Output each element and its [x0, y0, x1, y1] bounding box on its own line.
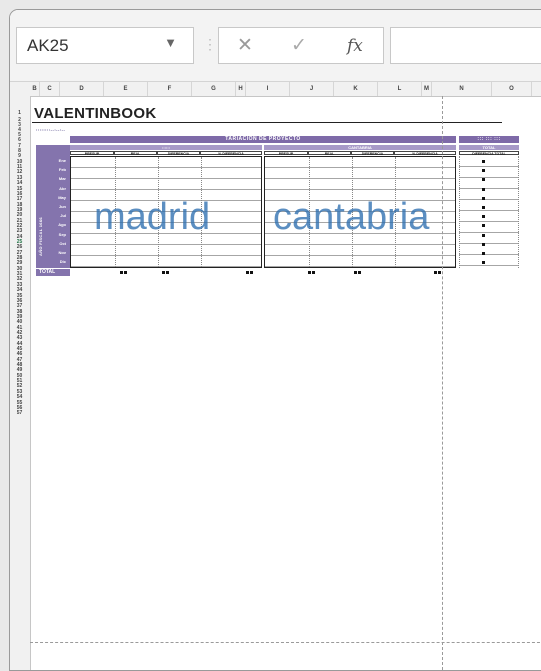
column-label: % DIFERENCIA: [394, 151, 456, 156]
chevron-down-icon[interactable]: ▼: [164, 35, 177, 50]
total-marker: [482, 252, 485, 255]
total-marker: [482, 160, 485, 163]
column-header-e[interactable]: E: [104, 82, 148, 96]
total-row-marker: [246, 271, 249, 274]
total-row-marker: [438, 271, 441, 274]
month-label: Nov: [58, 250, 66, 255]
total-marker: [482, 206, 485, 209]
total-marker: [482, 261, 485, 265]
column-label: DIFERENCIA: [351, 151, 394, 156]
cancel-icon[interactable]: ✕: [237, 34, 253, 57]
title-underline: [32, 122, 502, 123]
banner-header: TARIACIÓN DE PROYECTO: [70, 136, 456, 143]
formula-input[interactable]: [390, 27, 541, 64]
select-all-corner[interactable]: [10, 82, 31, 97]
total-marker: [482, 178, 485, 182]
page-break-vertical: [442, 96, 443, 670]
column-label: DIFERENCIA TOTAL: [459, 151, 519, 156]
month-label: Oct: [59, 240, 66, 246]
total-row-marker: [250, 271, 253, 274]
sheet-subtitle: ::::::::--:--:--: [36, 127, 66, 132]
column-header-i[interactable]: I: [246, 82, 290, 96]
column-label: PRESUP: [70, 151, 114, 156]
total-cells[interactable]: [459, 156, 519, 268]
column-header-m[interactable]: M: [422, 82, 432, 96]
group-right-header: TOTAL: [459, 145, 519, 150]
total-marker: [482, 169, 485, 173]
grip-icon[interactable]: ⋮: [203, 36, 217, 53]
total-row-marker: [358, 271, 361, 274]
row-headers: 1 2 3 4 5 6 7 8 9 10 11 12 13 14 15 16 17 18 19 20 21 22 23 24 2…: [10, 96, 31, 670]
total-marker: [482, 242, 485, 246]
column-label: % DIFERENCIA: [200, 151, 262, 156]
column-header-o[interactable]: O: [492, 82, 532, 96]
row-header-1[interactable]: 1: [10, 110, 29, 116]
month-label: Feb: [58, 167, 66, 173]
month-label: May: [58, 194, 66, 200]
column-header-h[interactable]: H: [236, 82, 246, 96]
total-row-marker: [166, 271, 169, 274]
worksheet[interactable]: VALENTINBOOK ::::::::--:--:-- TARIACIÓN …: [30, 96, 541, 670]
total-row-marker: [312, 271, 315, 274]
cantabria-overlay: cantabria: [273, 196, 430, 238]
name-box-value[interactable]: AK25: [27, 36, 69, 56]
banner-right: ::: ::: :::: [459, 136, 519, 143]
column-header-g[interactable]: G: [192, 82, 236, 96]
sheet-title: VALENTINBOOK: [34, 105, 157, 122]
column-header-n[interactable]: N: [432, 82, 492, 96]
total-marker: [482, 187, 485, 191]
excel-window: AK25 ▼ ⋮ ✕ ✓ fx BCDEFGHIJKLMNO 123456789…: [9, 9, 541, 671]
column-header-c[interactable]: C: [40, 82, 60, 96]
insert-function-button[interactable]: fx: [347, 36, 363, 56]
column-label: REAL: [114, 151, 157, 156]
spreadsheet-grid[interactable]: BCDEFGHIJKLMNO 1 2 3 4 5 6 7 8 9 10 11 12 13 14 15 16 17…: [10, 82, 541, 670]
total-marker: [482, 215, 485, 219]
total-row-marker: [120, 271, 123, 274]
column-header-b[interactable]: B: [30, 82, 40, 96]
total-row-marker: [162, 271, 165, 274]
column-header-l[interactable]: L: [378, 82, 422, 96]
column-headers: BCDEFGHIJKLMNO: [30, 82, 541, 97]
month-label: Dic: [59, 259, 66, 265]
column-header-j[interactable]: J: [290, 82, 334, 96]
fiscal-year-label: AÑO FISCAL 1666: [38, 217, 43, 256]
column-header-f[interactable]: F: [148, 82, 192, 96]
total-row-label: TOTAL: [36, 269, 70, 276]
month-label: Ago: [58, 222, 66, 228]
check-icon[interactable]: ✓: [291, 34, 307, 57]
month-label: Abr: [59, 185, 66, 191]
madrid-overlay: madrid: [94, 196, 211, 238]
month-label: Jun: [58, 204, 66, 209]
column-label: REAL: [308, 151, 351, 156]
total-row-marker: [434, 271, 437, 274]
total-marker: [482, 196, 485, 200]
formula-bar: AK25 ▼ ⋮ ✕ ✓ fx: [10, 10, 541, 82]
group-left-header: ::::::: [70, 145, 262, 150]
column-header-d[interactable]: D: [60, 82, 104, 96]
row-header-57[interactable]: 57: [10, 410, 29, 416]
group-mid-header: CANTABRIA: [264, 145, 456, 150]
month-label: Ene: [58, 158, 66, 163]
page-break-horizontal: [30, 642, 541, 643]
name-box[interactable]: AK25 ▼: [16, 27, 194, 64]
total-marker: [482, 224, 485, 228]
month-label: Sep: [58, 231, 66, 237]
month-label: Mar: [58, 176, 66, 182]
total-row-marker: [308, 271, 311, 274]
column-label: PRESUP: [264, 151, 308, 156]
formula-buttons: ✕ ✓ fx: [218, 27, 384, 64]
column-label: DIFERENCIA: [157, 151, 200, 156]
total-row-marker: [124, 271, 127, 274]
total-marker: [482, 233, 485, 237]
total-row-marker: [354, 271, 357, 274]
column-header-k[interactable]: K: [334, 82, 378, 96]
month-label: Jul: [60, 213, 66, 219]
